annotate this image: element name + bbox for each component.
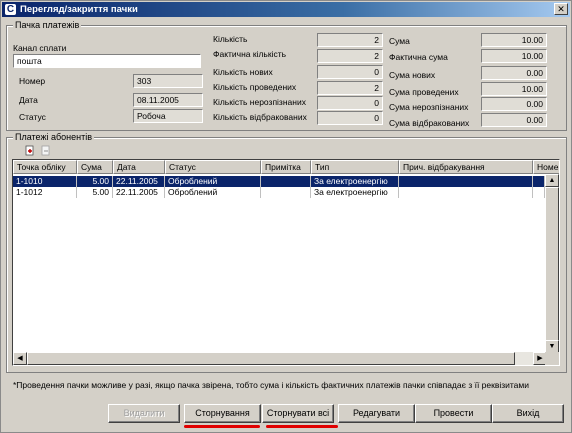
count-label: Кількість	[213, 34, 248, 44]
unrecognized-count-field: 0	[317, 96, 383, 110]
rejected-sum-field: 0.00	[481, 113, 547, 127]
column-header-sum[interactable]: Сума	[77, 160, 113, 174]
posted-sum-label: Сума проведених	[389, 87, 459, 97]
new-sum-label: Сума нових	[389, 70, 436, 80]
edit-button[interactable]: Редагувати	[338, 404, 415, 423]
date-label: Дата	[19, 95, 38, 105]
cell-type: За електроенергію	[311, 176, 399, 187]
cell-note	[261, 187, 311, 198]
table-row[interactable]: 1-1010 5.00 22.11.2005 Оброблений За еле…	[13, 176, 545, 187]
unrecognized-sum-field: 0.00	[481, 97, 547, 111]
actual-count-label: Фактична кількість	[213, 49, 287, 59]
cell-sum: 5.00	[77, 176, 113, 187]
payments-table[interactable]: Точка обліку Сума Дата Статус Примітка Т…	[12, 159, 560, 366]
cell-reject-reason	[399, 176, 533, 187]
scroll-corner	[545, 352, 559, 365]
column-header-type[interactable]: Тип	[311, 160, 399, 174]
title-bar[interactable]: С Перегляд/закриття пачки ✕	[2, 2, 570, 17]
column-header-note[interactable]: Примітка	[261, 160, 311, 174]
cell-note	[261, 176, 311, 187]
sum-label: Сума	[389, 36, 410, 46]
scroll-left-icon[interactable]: ◀	[13, 352, 27, 365]
app-icon: С	[5, 4, 16, 15]
posting-note: *Проведення пачки можливе у разі, якщо п…	[13, 380, 530, 390]
unrecognized-count-label: Кількість нерозпізнаних	[213, 97, 306, 107]
horizontal-scroll-thumb[interactable]	[27, 352, 515, 365]
status-field[interactable]: Робоча	[133, 109, 203, 123]
cell-date: 22.11.2005	[113, 187, 165, 198]
cell-sum: 5.00	[77, 187, 113, 198]
table-header: Точка обліку Сума Дата Статус Примітка Т…	[13, 160, 559, 174]
cell-number	[533, 176, 545, 187]
post-button[interactable]: Провести	[415, 404, 492, 423]
cell-point: 1-1010	[13, 176, 77, 187]
number-label: Номер	[19, 76, 46, 86]
reverse-all-button[interactable]: Сторнувати всі	[262, 404, 334, 423]
rejected-count-field: 0	[317, 111, 383, 125]
batch-view-window: С Перегляд/закриття пачки ✕ Пачка платеж…	[0, 0, 572, 433]
delete-document-icon[interactable]	[41, 145, 51, 156]
vertical-scrollbar[interactable]: ▲ ▼	[545, 174, 559, 353]
column-header-point[interactable]: Точка обліку	[13, 160, 77, 174]
exit-button[interactable]: Вихід	[492, 404, 564, 423]
posted-sum-field: 10.00	[481, 82, 547, 96]
actual-sum-label: Фактична сума	[389, 52, 448, 62]
new-count-field: 0	[317, 65, 383, 79]
new-count-label: Кількість нових	[213, 67, 273, 77]
count-field: 2	[317, 33, 383, 47]
payments-group-legend: Платежі абонентів	[13, 132, 94, 142]
actual-count-field: 2	[317, 49, 383, 63]
channel-label: Канал сплати	[13, 43, 67, 53]
cell-type: За електроенергію	[311, 187, 399, 198]
reverse-button[interactable]: Сторнування	[184, 404, 261, 423]
cell-date: 22.11.2005	[113, 176, 165, 187]
column-header-date[interactable]: Дата	[113, 160, 165, 174]
cell-number	[533, 187, 545, 198]
column-header-number[interactable]: Номе	[533, 160, 559, 174]
rejected-count-label: Кількість відбракованих	[213, 112, 307, 122]
vertical-scroll-thumb[interactable]	[545, 187, 559, 341]
scroll-up-icon[interactable]: ▲	[545, 174, 559, 187]
new-sum-field: 0.00	[481, 66, 547, 80]
column-header-reject-reason[interactable]: Прич. відбракування	[399, 160, 533, 174]
unrecognized-sum-label: Сума нерозпізнаних	[389, 102, 469, 112]
rejected-sum-label: Сума відбракованих	[389, 118, 470, 128]
sum-field: 10.00	[481, 33, 547, 47]
status-label: Статус	[19, 112, 46, 122]
batch-group-legend: Пачка платежів	[13, 20, 82, 30]
close-icon[interactable]: ✕	[554, 3, 568, 15]
posted-count-label: Кількість проведених	[213, 82, 297, 92]
number-field[interactable]: 303	[133, 74, 203, 88]
posted-count-field: 2	[317, 81, 383, 95]
column-header-status[interactable]: Статус	[165, 160, 261, 174]
add-document-icon[interactable]	[25, 145, 35, 156]
cell-status: Оброблений	[165, 187, 261, 198]
reverse-button-highlight	[184, 425, 260, 428]
cell-reject-reason	[399, 187, 533, 198]
table-row[interactable]: 1-1012 5.00 22.11.2005 Оброблений За еле…	[13, 187, 545, 198]
window-title: Перегляд/закриття пачки	[20, 4, 138, 15]
cell-status: Оброблений	[165, 176, 261, 187]
delete-button[interactable]: Видалити	[108, 404, 180, 423]
reverse-all-button-highlight	[266, 425, 338, 428]
date-field[interactable]: 08.11.2005	[133, 93, 203, 107]
horizontal-scrollbar[interactable]: ◀ ▶	[13, 352, 547, 365]
cell-point: 1-1012	[13, 187, 77, 198]
actual-sum-field: 10.00	[481, 49, 547, 63]
channel-field[interactable]: пошта	[13, 54, 201, 68]
